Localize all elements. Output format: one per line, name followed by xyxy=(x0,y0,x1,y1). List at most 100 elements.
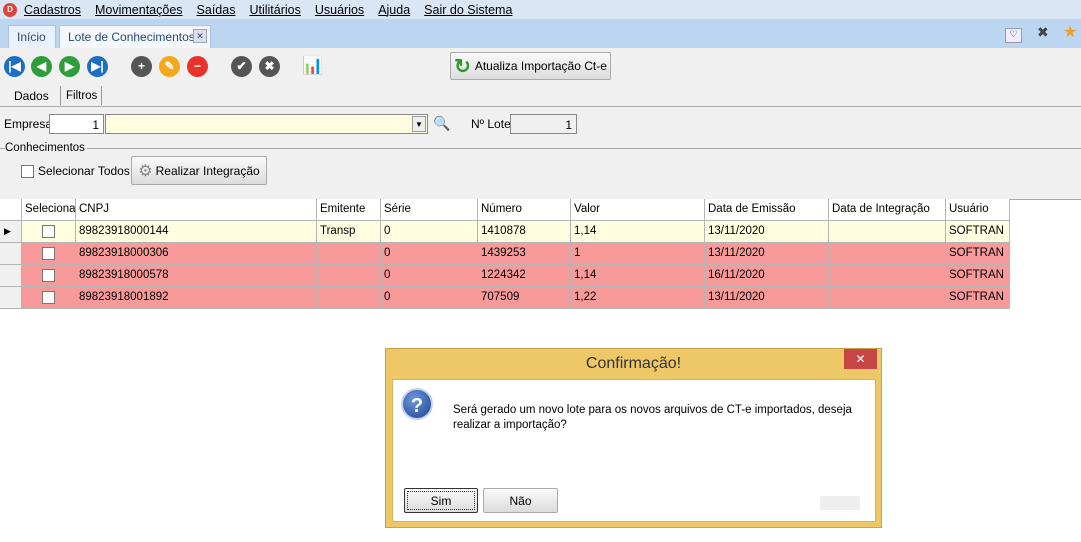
row-select-checkbox[interactable] xyxy=(42,225,55,238)
table-cell[interactable]: SOFTRAN xyxy=(946,243,1010,265)
row-select-checkbox[interactable] xyxy=(42,269,55,282)
subtab-filtros[interactable]: Filtros xyxy=(60,86,102,105)
empresa-code-input[interactable]: 1 xyxy=(49,114,104,134)
table-cell[interactable]: 13/11/2020 xyxy=(705,243,829,265)
menu-movimentacoes[interactable]: Movimentações xyxy=(95,3,183,17)
close-tab-icon[interactable]: ✕ xyxy=(193,29,207,43)
menu-utilitarios[interactable]: Utilitários xyxy=(249,3,300,17)
next-record-icon[interactable]: ▶ xyxy=(59,56,80,77)
menu-usuarios[interactable]: Usuários xyxy=(315,3,364,17)
row-indicator[interactable] xyxy=(0,243,22,265)
question-icon: ? xyxy=(401,388,433,420)
edit-icon[interactable]: ✎ xyxy=(159,56,180,77)
empresa-name-select[interactable]: ▼ xyxy=(105,114,428,134)
table-cell[interactable]: SOFTRAN xyxy=(946,221,1010,243)
dialog-title: Confirmação! xyxy=(585,355,682,372)
table-cell[interactable] xyxy=(829,265,946,287)
table-cell[interactable]: 89823918000144 xyxy=(76,221,317,243)
tab-list-dropdown-icon[interactable]: ♡ xyxy=(1005,28,1022,43)
row-indicator[interactable]: ▶ xyxy=(0,221,22,243)
yes-button[interactable]: Sim xyxy=(404,488,478,513)
column-header[interactable]: Usuário xyxy=(946,199,1010,221)
menu-saidas[interactable]: Saídas xyxy=(197,3,236,17)
table-cell[interactable]: 0 xyxy=(381,221,478,243)
row-select-checkbox-cell[interactable] xyxy=(22,243,76,265)
table-cell[interactable]: 0 xyxy=(381,287,478,309)
search-icon[interactable]: 🔍 xyxy=(433,115,450,132)
chevron-down-icon[interactable]: ▼ xyxy=(412,116,426,132)
table-cell[interactable]: 0 xyxy=(381,243,478,265)
row-select-checkbox-cell[interactable] xyxy=(22,221,76,243)
gear-icon: ⚙ xyxy=(138,162,153,180)
first-record-icon[interactable]: |◀ xyxy=(4,56,25,77)
table-cell[interactable]: 707509 xyxy=(478,287,571,309)
column-header[interactable]: Série xyxy=(381,199,478,221)
column-header[interactable]: Data de Integração xyxy=(829,199,946,221)
dialog-close-button[interactable]: ✕ xyxy=(844,349,877,369)
table-cell[interactable]: 1,22 xyxy=(571,287,705,309)
table-cell[interactable]: 13/11/2020 xyxy=(705,221,829,243)
subtab-dados[interactable]: Dados xyxy=(5,85,57,105)
tab-lote-conhecimentos[interactable]: Lote de Conhecimentos ✕ xyxy=(59,25,211,48)
delete-icon[interactable]: − xyxy=(187,56,208,77)
table-cell[interactable]: 1,14 xyxy=(571,265,705,287)
unpin-icon[interactable]: ✖ xyxy=(1037,24,1049,41)
column-header[interactable]: Data de Emissão xyxy=(705,199,829,221)
menu-ajuda[interactable]: Ajuda xyxy=(378,3,410,17)
disabled-placeholder xyxy=(820,496,860,510)
confirm-icon[interactable]: ✔ xyxy=(231,56,252,77)
last-record-icon[interactable]: ▶| xyxy=(87,56,108,77)
subtab-label: Dados xyxy=(14,89,49,103)
menu-cadastros[interactable]: Cadastros xyxy=(24,3,81,17)
cancel-icon[interactable]: ✖ xyxy=(259,56,280,77)
select-all-checkbox[interactable] xyxy=(21,165,34,178)
table-cell[interactable] xyxy=(317,265,381,287)
subtab-label: Filtros xyxy=(66,90,98,102)
table-cell[interactable]: Transp xyxy=(317,221,381,243)
previous-record-icon[interactable]: ◀ xyxy=(31,56,52,77)
table-cell[interactable]: 1 xyxy=(571,243,705,265)
section-divider xyxy=(0,148,1081,149)
tab-inicio[interactable]: Início xyxy=(8,25,56,48)
lote-input[interactable]: 1 xyxy=(510,114,577,134)
table-cell[interactable]: SOFTRAN xyxy=(946,287,1010,309)
table-cell[interactable] xyxy=(317,243,381,265)
add-icon[interactable]: + xyxy=(131,56,152,77)
favorite-star-icon[interactable]: ★ xyxy=(1063,22,1077,42)
table-cell[interactable]: 1224342 xyxy=(478,265,571,287)
table-cell[interactable]: SOFTRAN xyxy=(946,265,1010,287)
table-cell[interactable]: 1410878 xyxy=(478,221,571,243)
row-select-checkbox-cell[interactable] xyxy=(22,287,76,309)
row-select-checkbox-cell[interactable] xyxy=(22,265,76,287)
report-chart-icon[interactable]: 📊 xyxy=(302,56,323,76)
realizar-integracao-button[interactable]: ⚙ Realizar Integração xyxy=(131,156,267,185)
column-header[interactable]: Selecionar xyxy=(22,199,76,221)
column-header[interactable]: Emitente xyxy=(317,199,381,221)
table-cell[interactable]: 13/11/2020 xyxy=(705,287,829,309)
row-indicator[interactable] xyxy=(0,265,22,287)
menu-bar: D Cadastros Movimentações Saídas Utilitá… xyxy=(0,0,1081,19)
dialog-message: Será gerado um novo lote para os novos a… xyxy=(453,404,852,431)
table-cell[interactable]: 89823918000306 xyxy=(76,243,317,265)
table-cell[interactable]: 0 xyxy=(381,265,478,287)
update-import-button[interactable]: ↻ Atualiza Importação Ct-e xyxy=(450,52,611,80)
table-cell[interactable] xyxy=(829,243,946,265)
row-select-checkbox[interactable] xyxy=(42,291,55,304)
table-cell[interactable] xyxy=(317,287,381,309)
table-cell[interactable]: 89823918000578 xyxy=(76,265,317,287)
column-header[interactable]: Número xyxy=(478,199,571,221)
lote-label: Nº Lote xyxy=(471,117,511,131)
table-cell[interactable]: 16/11/2020 xyxy=(705,265,829,287)
table-cell[interactable]: 1439253 xyxy=(478,243,571,265)
menu-sair[interactable]: Sair do Sistema xyxy=(424,3,512,17)
column-header[interactable]: CNPJ xyxy=(76,199,317,221)
refresh-icon: ↻ xyxy=(454,55,471,78)
table-cell[interactable]: 1,14 xyxy=(571,221,705,243)
row-select-checkbox[interactable] xyxy=(42,247,55,260)
row-indicator[interactable] xyxy=(0,287,22,309)
table-cell[interactable] xyxy=(829,287,946,309)
no-button[interactable]: Não xyxy=(483,488,558,513)
table-cell[interactable] xyxy=(829,221,946,243)
table-cell[interactable]: 89823918001892 xyxy=(76,287,317,309)
column-header[interactable]: Valor xyxy=(571,199,705,221)
